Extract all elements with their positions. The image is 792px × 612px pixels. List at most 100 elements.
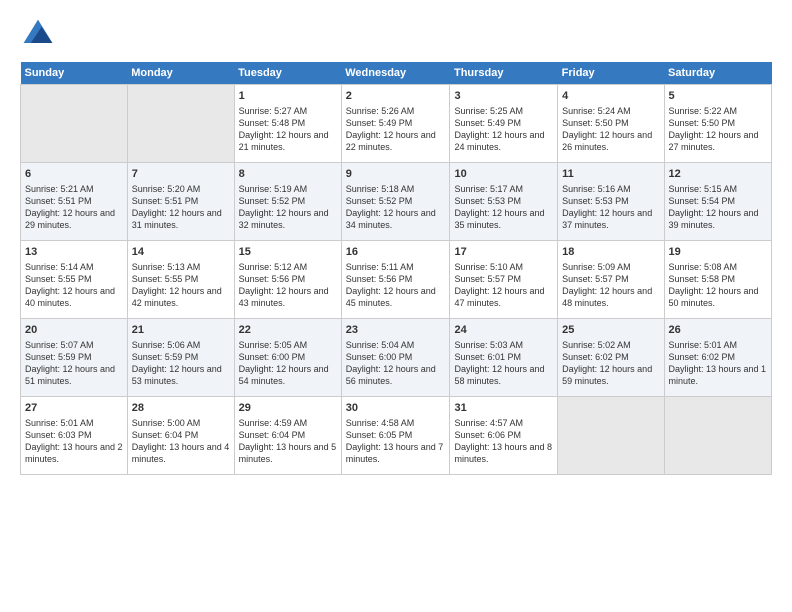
day-number: 23 (346, 323, 446, 338)
day-number: 15 (239, 245, 337, 260)
calendar-cell: 11Sunrise: 5:16 AM Sunset: 5:53 PM Dayli… (558, 163, 664, 241)
header-day: Wednesday (341, 62, 450, 85)
header-day: Tuesday (234, 62, 341, 85)
day-info: Sunrise: 5:14 AM Sunset: 5:55 PM Dayligh… (25, 261, 123, 310)
calendar-cell (21, 85, 128, 163)
day-number: 9 (346, 167, 446, 182)
calendar-cell: 20Sunrise: 5:07 AM Sunset: 5:59 PM Dayli… (21, 319, 128, 397)
calendar-table: SundayMondayTuesdayWednesdayThursdayFrid… (20, 62, 772, 475)
day-number: 7 (132, 167, 230, 182)
header-day: Sunday (21, 62, 128, 85)
day-number: 11 (562, 167, 659, 182)
day-info: Sunrise: 4:57 AM Sunset: 6:06 PM Dayligh… (454, 417, 553, 466)
calendar-cell: 1Sunrise: 5:27 AM Sunset: 5:48 PM Daylig… (234, 85, 341, 163)
day-number: 18 (562, 245, 659, 260)
header-row: SundayMondayTuesdayWednesdayThursdayFrid… (21, 62, 772, 85)
day-info: Sunrise: 5:27 AM Sunset: 5:48 PM Dayligh… (239, 105, 337, 154)
calendar-cell: 24Sunrise: 5:03 AM Sunset: 6:01 PM Dayli… (450, 319, 558, 397)
calendar-cell: 4Sunrise: 5:24 AM Sunset: 5:50 PM Daylig… (558, 85, 664, 163)
day-number: 31 (454, 401, 553, 416)
calendar-cell: 3Sunrise: 5:25 AM Sunset: 5:49 PM Daylig… (450, 85, 558, 163)
calendar-cell: 26Sunrise: 5:01 AM Sunset: 6:02 PM Dayli… (664, 319, 772, 397)
day-info: Sunrise: 5:12 AM Sunset: 5:56 PM Dayligh… (239, 261, 337, 310)
day-info: Sunrise: 5:01 AM Sunset: 6:02 PM Dayligh… (669, 339, 768, 388)
calendar-cell: 14Sunrise: 5:13 AM Sunset: 5:55 PM Dayli… (127, 241, 234, 319)
day-info: Sunrise: 5:19 AM Sunset: 5:52 PM Dayligh… (239, 183, 337, 232)
day-info: Sunrise: 5:25 AM Sunset: 5:49 PM Dayligh… (454, 105, 553, 154)
calendar-cell: 8Sunrise: 5:19 AM Sunset: 5:52 PM Daylig… (234, 163, 341, 241)
calendar-cell: 17Sunrise: 5:10 AM Sunset: 5:57 PM Dayli… (450, 241, 558, 319)
day-info: Sunrise: 5:05 AM Sunset: 6:00 PM Dayligh… (239, 339, 337, 388)
day-number: 5 (669, 89, 768, 104)
day-number: 22 (239, 323, 337, 338)
calendar-cell: 5Sunrise: 5:22 AM Sunset: 5:50 PM Daylig… (664, 85, 772, 163)
calendar-cell: 16Sunrise: 5:11 AM Sunset: 5:56 PM Dayli… (341, 241, 450, 319)
day-number: 24 (454, 323, 553, 338)
day-info: Sunrise: 5:00 AM Sunset: 6:04 PM Dayligh… (132, 417, 230, 466)
day-info: Sunrise: 5:17 AM Sunset: 5:53 PM Dayligh… (454, 183, 553, 232)
calendar-cell: 18Sunrise: 5:09 AM Sunset: 5:57 PM Dayli… (558, 241, 664, 319)
calendar-body: 1Sunrise: 5:27 AM Sunset: 5:48 PM Daylig… (21, 85, 772, 475)
day-info: Sunrise: 5:10 AM Sunset: 5:57 PM Dayligh… (454, 261, 553, 310)
calendar-cell: 29Sunrise: 4:59 AM Sunset: 6:04 PM Dayli… (234, 397, 341, 475)
day-number: 2 (346, 89, 446, 104)
calendar-header: SundayMondayTuesdayWednesdayThursdayFrid… (21, 62, 772, 85)
calendar-cell: 22Sunrise: 5:05 AM Sunset: 6:00 PM Dayli… (234, 319, 341, 397)
calendar-cell: 9Sunrise: 5:18 AM Sunset: 5:52 PM Daylig… (341, 163, 450, 241)
header-day: Saturday (664, 62, 772, 85)
calendar-week: 13Sunrise: 5:14 AM Sunset: 5:55 PM Dayli… (21, 241, 772, 319)
page: SundayMondayTuesdayWednesdayThursdayFrid… (0, 0, 792, 485)
day-info: Sunrise: 5:03 AM Sunset: 6:01 PM Dayligh… (454, 339, 553, 388)
day-info: Sunrise: 5:15 AM Sunset: 5:54 PM Dayligh… (669, 183, 768, 232)
calendar-cell (664, 397, 772, 475)
day-number: 6 (25, 167, 123, 182)
day-info: Sunrise: 5:06 AM Sunset: 5:59 PM Dayligh… (132, 339, 230, 388)
calendar-cell: 10Sunrise: 5:17 AM Sunset: 5:53 PM Dayli… (450, 163, 558, 241)
calendar-cell: 27Sunrise: 5:01 AM Sunset: 6:03 PM Dayli… (21, 397, 128, 475)
calendar-cell: 25Sunrise: 5:02 AM Sunset: 6:02 PM Dayli… (558, 319, 664, 397)
day-info: Sunrise: 5:07 AM Sunset: 5:59 PM Dayligh… (25, 339, 123, 388)
header-day: Monday (127, 62, 234, 85)
day-number: 21 (132, 323, 230, 338)
calendar-week: 20Sunrise: 5:07 AM Sunset: 5:59 PM Dayli… (21, 319, 772, 397)
day-info: Sunrise: 5:18 AM Sunset: 5:52 PM Dayligh… (346, 183, 446, 232)
day-info: Sunrise: 5:24 AM Sunset: 5:50 PM Dayligh… (562, 105, 659, 154)
logo-icon (20, 16, 56, 52)
calendar-cell (127, 85, 234, 163)
day-info: Sunrise: 5:09 AM Sunset: 5:57 PM Dayligh… (562, 261, 659, 310)
day-number: 1 (239, 89, 337, 104)
header (20, 16, 772, 52)
day-number: 16 (346, 245, 446, 260)
header-day: Thursday (450, 62, 558, 85)
calendar-week: 1Sunrise: 5:27 AM Sunset: 5:48 PM Daylig… (21, 85, 772, 163)
day-number: 14 (132, 245, 230, 260)
day-info: Sunrise: 5:11 AM Sunset: 5:56 PM Dayligh… (346, 261, 446, 310)
calendar-cell: 23Sunrise: 5:04 AM Sunset: 6:00 PM Dayli… (341, 319, 450, 397)
calendar-cell: 30Sunrise: 4:58 AM Sunset: 6:05 PM Dayli… (341, 397, 450, 475)
logo (20, 16, 60, 52)
day-number: 8 (239, 167, 337, 182)
calendar-cell: 13Sunrise: 5:14 AM Sunset: 5:55 PM Dayli… (21, 241, 128, 319)
day-info: Sunrise: 5:08 AM Sunset: 5:58 PM Dayligh… (669, 261, 768, 310)
day-info: Sunrise: 5:26 AM Sunset: 5:49 PM Dayligh… (346, 105, 446, 154)
calendar-cell: 28Sunrise: 5:00 AM Sunset: 6:04 PM Dayli… (127, 397, 234, 475)
day-info: Sunrise: 5:04 AM Sunset: 6:00 PM Dayligh… (346, 339, 446, 388)
day-number: 28 (132, 401, 230, 416)
day-number: 26 (669, 323, 768, 338)
calendar-cell: 12Sunrise: 5:15 AM Sunset: 5:54 PM Dayli… (664, 163, 772, 241)
day-number: 13 (25, 245, 123, 260)
day-info: Sunrise: 5:16 AM Sunset: 5:53 PM Dayligh… (562, 183, 659, 232)
calendar-cell: 6Sunrise: 5:21 AM Sunset: 5:51 PM Daylig… (21, 163, 128, 241)
day-number: 30 (346, 401, 446, 416)
calendar-cell: 19Sunrise: 5:08 AM Sunset: 5:58 PM Dayli… (664, 241, 772, 319)
day-number: 20 (25, 323, 123, 338)
day-number: 25 (562, 323, 659, 338)
day-number: 10 (454, 167, 553, 182)
day-number: 19 (669, 245, 768, 260)
day-number: 29 (239, 401, 337, 416)
day-info: Sunrise: 5:13 AM Sunset: 5:55 PM Dayligh… (132, 261, 230, 310)
day-info: Sunrise: 5:02 AM Sunset: 6:02 PM Dayligh… (562, 339, 659, 388)
day-number: 3 (454, 89, 553, 104)
day-info: Sunrise: 5:22 AM Sunset: 5:50 PM Dayligh… (669, 105, 768, 154)
day-number: 12 (669, 167, 768, 182)
